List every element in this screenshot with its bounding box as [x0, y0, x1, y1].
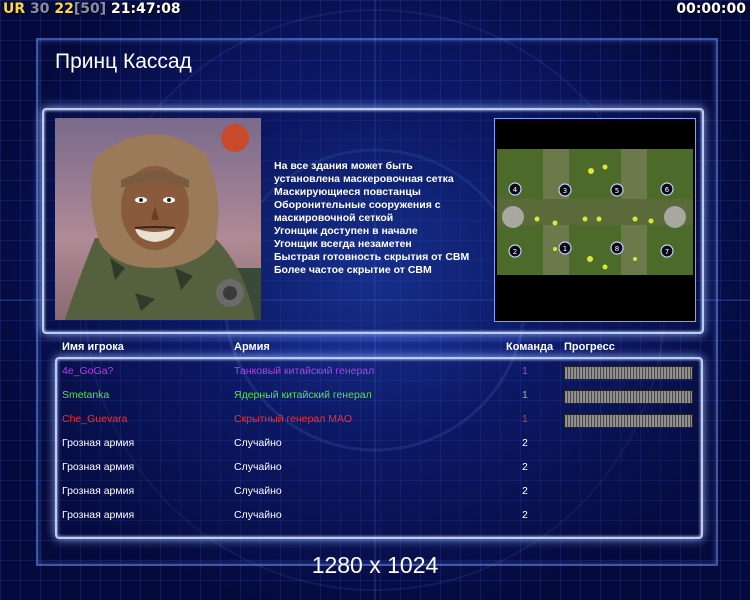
- player-name: Грозная армия: [62, 437, 135, 449]
- start-label-6: 6: [665, 186, 670, 194]
- player-name: Che_Guevara: [62, 413, 128, 425]
- player-army[interactable]: Скрытный генерал МАО: [234, 413, 352, 425]
- player-row[interactable]: Грозная армия Случайно 2: [0, 482, 750, 502]
- player-army[interactable]: Случайно: [234, 485, 282, 497]
- player-row[interactable]: Грозная армия Случайно 2: [0, 434, 750, 454]
- player-row[interactable]: Smetanka Ядерный китайский генерал 1: [0, 386, 750, 406]
- player-name: Грозная армия: [62, 461, 135, 473]
- header-progress: Прогресс: [564, 341, 615, 353]
- player-team[interactable]: 2: [522, 461, 528, 473]
- minimap: 4 3 5 6 2 1 8 7: [494, 118, 696, 322]
- hud-value3: [50]: [73, 1, 107, 17]
- description-line: Маскирующиеся повстанцы: [274, 186, 421, 198]
- progress-bar: [564, 390, 693, 404]
- hud-stats: UR 30 22[50] 21:47:08: [3, 1, 181, 17]
- progress-bar: [564, 366, 693, 380]
- player-name: Smetanka: [62, 389, 110, 401]
- description-line: Оборонительные сооружения с: [274, 199, 441, 211]
- hud-tag: UR: [3, 1, 26, 17]
- start-label-1: 1: [563, 245, 567, 253]
- hud-bar: UR 30 22[50] 21:47:08 00:00:00: [0, 0, 750, 20]
- header-army: Армия: [234, 341, 270, 353]
- player-name: 4e_GoGa?: [62, 365, 114, 377]
- description-line: установлена маскеровочная сетка: [274, 173, 454, 185]
- player-army[interactable]: Танковый китайский генерал: [234, 365, 374, 377]
- description-line: Угонщик доступен в начале: [274, 225, 418, 237]
- description-line: маскировочной сеткой: [274, 212, 394, 224]
- description-line: Быстрая готовность скрытия от СВМ: [274, 251, 470, 263]
- player-team[interactable]: 2: [522, 485, 528, 497]
- header-team: Команда: [506, 341, 554, 353]
- start-label-3: 3: [563, 187, 567, 195]
- start-label-5: 5: [615, 187, 619, 195]
- progress-bar: [564, 414, 693, 428]
- description-line: Более частое скрытие от СВМ: [274, 264, 432, 276]
- resolution-label: 1280 x 1024: [311, 552, 439, 578]
- hud-clock: 21:47:08: [111, 1, 181, 17]
- general-description: На все здания может быть установлена мас…: [274, 160, 489, 277]
- start-label-4: 4: [513, 186, 518, 194]
- start-label-7: 7: [665, 248, 669, 256]
- description-line: Угонщик всегда незаметен: [274, 238, 412, 250]
- player-army[interactable]: Ядерный китайский генерал: [234, 389, 372, 401]
- player-army[interactable]: Случайно: [234, 437, 282, 449]
- start-label-2: 2: [513, 248, 517, 256]
- header-player: Имя игрока: [62, 341, 124, 353]
- player-row[interactable]: Che_Guevara Скрытный генерал МАО 1: [0, 410, 750, 430]
- player-team[interactable]: 2: [522, 437, 528, 449]
- player-army[interactable]: Случайно: [234, 461, 282, 473]
- player-row[interactable]: Грозная армия Случайно 2: [0, 458, 750, 478]
- player-army[interactable]: Случайно: [234, 509, 282, 521]
- player-team[interactable]: 1: [522, 365, 528, 377]
- hud-value1: 30: [30, 1, 50, 17]
- player-team[interactable]: 1: [522, 413, 528, 425]
- hud-timer: 00:00:00: [676, 1, 746, 17]
- player-team[interactable]: 2: [522, 509, 528, 521]
- player-team[interactable]: 1: [522, 389, 528, 401]
- hud-value2: 22: [54, 1, 74, 17]
- player-row[interactable]: 4e_GoGa? Танковый китайский генерал 1: [0, 362, 750, 382]
- player-name: Грозная армия: [62, 509, 135, 521]
- description-line: На все здания может быть: [274, 160, 413, 172]
- general-portrait: [55, 118, 261, 320]
- player-name: Грозная армия: [62, 485, 135, 497]
- general-title: Принц Кассад: [55, 50, 192, 73]
- start-label-8: 8: [615, 245, 619, 253]
- player-row[interactable]: Грозная армия Случайно 2: [0, 506, 750, 526]
